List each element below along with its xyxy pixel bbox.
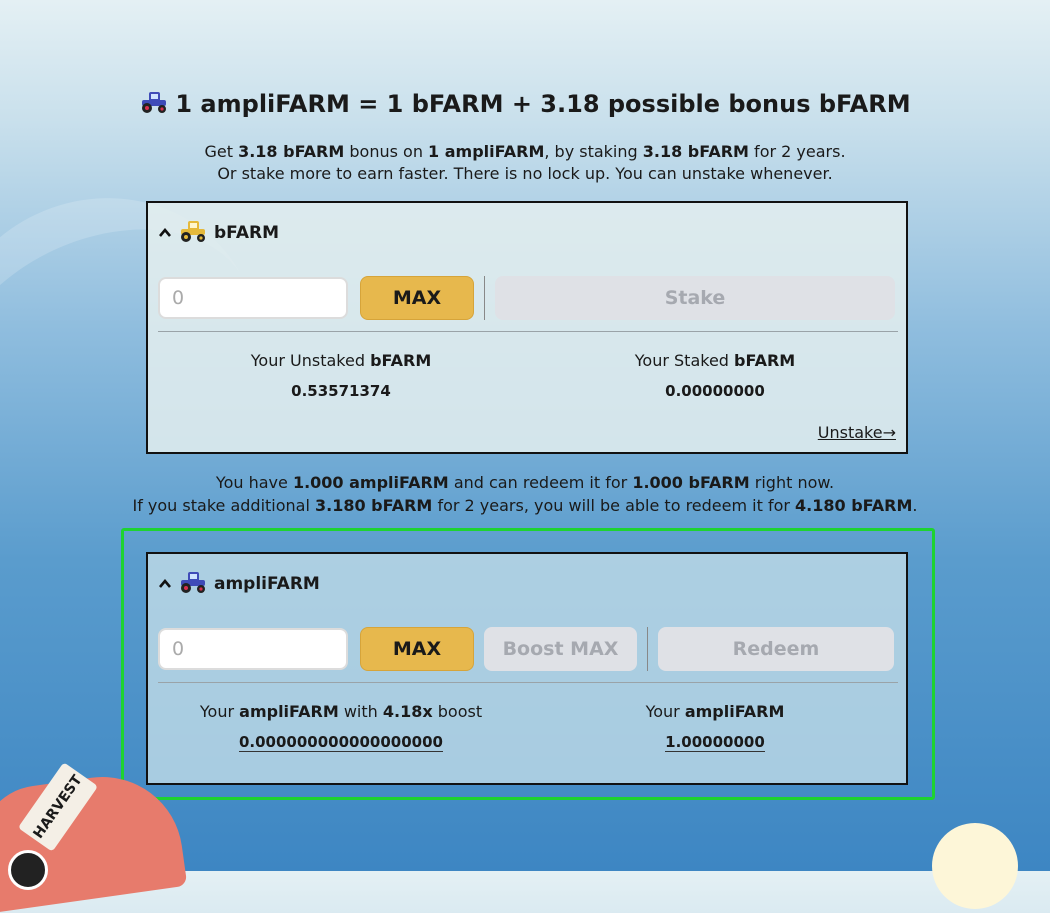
staked-bfarm-value: 0.00000000: [665, 382, 765, 400]
coin-icon: [8, 850, 48, 890]
unstake-link[interactable]: Unstake→: [818, 423, 896, 442]
stake-button[interactable]: Stake: [495, 276, 895, 320]
divider: [158, 331, 898, 332]
chevron-up-icon[interactable]: [158, 225, 172, 241]
amplifarm-panel: ampliFARM 0 MAX Boost MAX Redeem Your am…: [146, 552, 908, 785]
staked-bfarm-stat: Your Staked bFARM 0.00000000: [634, 351, 796, 400]
page-title: 1 ampliFARM = 1 bFARM + 3.18 possible bo…: [0, 88, 1050, 120]
bfarm-panel-title: bFARM: [214, 222, 279, 243]
amplifarm-panel-header[interactable]: ampliFARM: [158, 568, 320, 599]
amplifarm-max-button[interactable]: MAX: [360, 627, 474, 671]
amplifarm-action-row: 0 MAX Boost MAX Redeem: [158, 626, 898, 672]
unstaked-bfarm-value: 0.53571374: [291, 382, 391, 400]
divider: [484, 276, 485, 320]
redeem-button[interactable]: Redeem: [658, 627, 894, 671]
redeem-info: You have 1.000 ampliFARM and can redeem …: [132, 473, 918, 515]
divider: [158, 682, 898, 683]
bfarm-amount-input[interactable]: 0: [158, 277, 348, 319]
unstaked-bfarm-stat: Your Unstaked bFARM 0.53571374: [250, 351, 432, 400]
headline-text: 1 ampliFARM = 1 bFARM + 3.18 possible bo…: [175, 90, 911, 118]
bfarm-panel: bFARM 0 MAX Stake Your Unstaked bFARM 0.…: [146, 201, 908, 454]
bfarm-max-button[interactable]: MAX: [360, 276, 474, 320]
amplifarm-panel-title: ampliFARM: [214, 573, 320, 594]
your-amplifarm-value[interactable]: 1.00000000: [665, 733, 765, 752]
your-amplifarm-stat: Your ampliFARM 1.00000000: [645, 702, 785, 752]
bfarm-panel-header[interactable]: bFARM: [158, 217, 279, 248]
boosted-amplifarm-stat: Your ampliFARM with 4.18x boost 0.000000…: [199, 702, 483, 752]
boost-max-button[interactable]: Boost MAX: [484, 627, 637, 671]
boosted-amplifarm-value[interactable]: 0.000000000000000000: [238, 733, 443, 752]
blue-tractor-icon: [178, 568, 208, 599]
sun-illustration: [932, 823, 1018, 909]
bonus-description: Get 3.18 bFARM bonus on 1 ampliFARM, by …: [204, 142, 846, 183]
bfarm-action-row: 0 MAX Stake: [158, 275, 898, 321]
tractor-icon: [139, 88, 169, 120]
chevron-up-icon[interactable]: [158, 576, 172, 592]
yellow-tractor-icon: [178, 217, 208, 248]
divider: [647, 627, 648, 671]
amplifarm-amount-input[interactable]: 0: [158, 628, 348, 670]
